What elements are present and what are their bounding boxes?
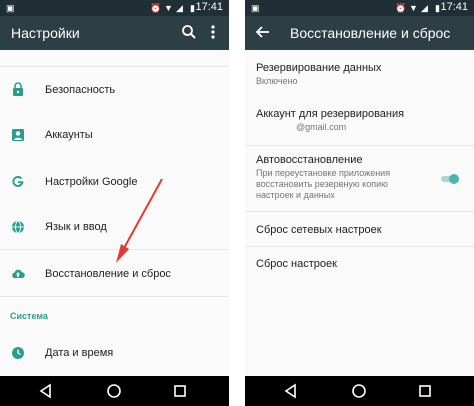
item-title: Резервирование данных	[256, 62, 382, 74]
status-bar: ▣ ⏰ ▼ ◢ ▮ 17:41	[0, 0, 229, 16]
nav-recents-icon[interactable]	[172, 383, 188, 399]
app-bar: Восстановление и сброс	[245, 16, 474, 50]
item-title: Сброс сетевых настроек	[256, 224, 382, 236]
item-subtitle: Включено	[256, 76, 298, 86]
alarm-icon: ⏰	[150, 3, 162, 13]
nav-back-icon[interactable]	[38, 383, 54, 399]
backup-data-item[interactable]: Резервирование данных Включено	[245, 50, 474, 94]
signal-icon: ◢	[421, 3, 428, 13]
item-subtitle-line: восстановить резервную копию	[256, 179, 388, 189]
right-phone-screen: ▣ ⏰ ▼ ◢ ▮ 17:41 Восстановление и сброс Р…	[245, 0, 474, 406]
wifi-icon: ▼	[409, 3, 418, 13]
nav-home-icon[interactable]	[351, 383, 367, 399]
backup-account-item[interactable]: Аккаунт для резервирования @gmail.com	[245, 100, 474, 142]
nav-bar	[0, 376, 229, 406]
status-bar: ▣ ⏰ ▼ ◢ ▮ 17:41	[245, 0, 474, 16]
item-title: Сброс настроек	[256, 258, 337, 270]
item-subtitle-line: При переустановке приложения	[256, 168, 391, 178]
notification-icon: ▣	[6, 3, 15, 13]
factory-reset-item[interactable]: Сброс настроек	[245, 247, 474, 281]
account-email: @gmail.com	[296, 122, 347, 132]
app-bar: Настройки	[0, 16, 229, 50]
signal-icon: ◢	[176, 3, 183, 13]
network-reset-item[interactable]: Сброс сетевых настроек	[245, 212, 474, 246]
nav-recents-icon[interactable]	[417, 383, 433, 399]
notification-icon: ▣	[251, 3, 260, 13]
battery-icon: ▮	[190, 3, 195, 13]
backup-reset-list: Резервирование данных Включено Аккаунт д…	[245, 50, 474, 376]
page-title: Настройки	[11, 25, 80, 41]
page-title: Восстановление и сброс	[290, 25, 451, 41]
wifi-icon: ▼	[164, 3, 173, 13]
status-time: 17:41	[195, 1, 223, 13]
battery-icon: ▮	[435, 3, 440, 13]
item-subtitle-line: настроек и данных	[256, 190, 335, 200]
red-arrow-annotation	[116, 178, 163, 263]
item-title: Аккаунт для резервирования	[256, 108, 405, 120]
nav-home-icon[interactable]	[106, 383, 122, 399]
left-phone-screen: ▣ ⏰ ▼ ◢ ▮ 17:41 Настройки Безопасность А…	[0, 0, 229, 406]
nav-bar	[245, 376, 474, 406]
status-time: 17:41	[440, 1, 468, 13]
search-icon[interactable]	[180, 23, 198, 41]
nav-back-icon[interactable]	[283, 383, 299, 399]
back-arrow-icon[interactable]	[254, 23, 272, 41]
auto-restore-toggle[interactable]	[440, 172, 460, 184]
more-vert-icon[interactable]	[207, 23, 225, 41]
settings-list: Безопасность Аккаунты Настройки Google Я…	[0, 50, 229, 376]
alarm-icon: ⏰	[395, 3, 407, 13]
item-title: Автовосстановление	[256, 154, 363, 166]
